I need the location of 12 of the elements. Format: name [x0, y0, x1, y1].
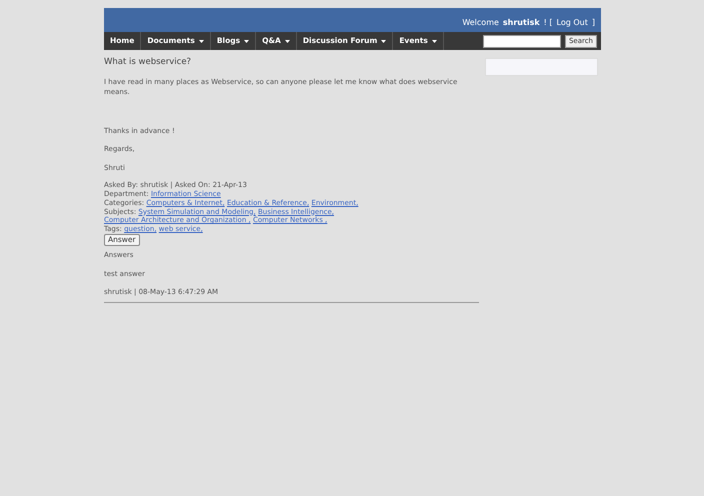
logout-link[interactable]: Log Out [556, 17, 588, 29]
caret-icon [284, 40, 290, 42]
caret-icon [432, 40, 437, 42]
welcome-text: Welcome [462, 17, 499, 29]
bracket-text: ] [592, 17, 595, 29]
search-field[interactable] [482, 34, 561, 48]
bracket-text: ! [ [544, 17, 553, 29]
username-text: shrutisk [502, 17, 540, 29]
caret-icon [244, 40, 250, 42]
question-title: What is webservice? [104, 56, 192, 69]
caret-icon [381, 40, 386, 42]
caret-icon [198, 40, 204, 42]
